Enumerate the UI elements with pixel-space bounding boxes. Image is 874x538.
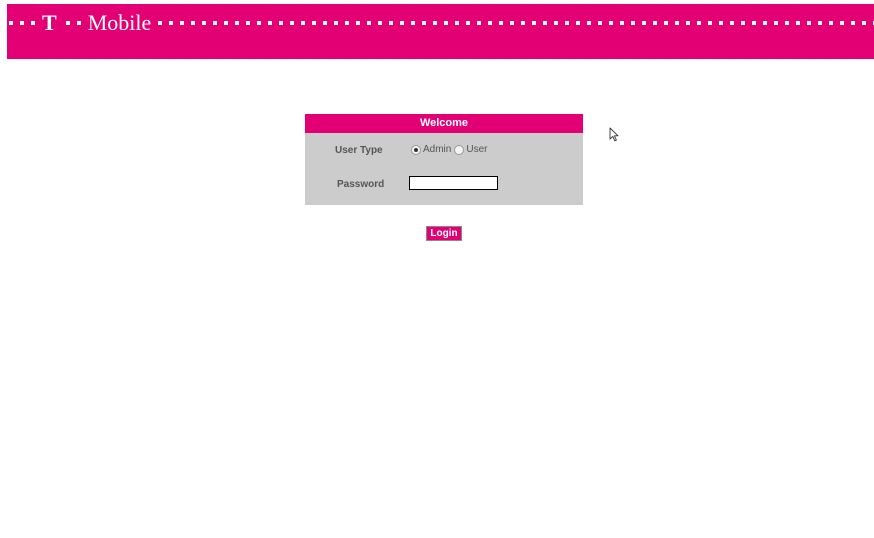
user-radio-label[interactable]: User (466, 144, 487, 155)
user-type-radio-group: Admin User (411, 144, 490, 155)
header-banner: T Mobile (7, 4, 874, 59)
user-radio[interactable] (454, 144, 465, 155)
user-type-label: User Type (335, 145, 383, 156)
admin-radio-label[interactable]: Admin (423, 144, 451, 155)
admin-radio[interactable] (411, 144, 421, 155)
password-input[interactable] (409, 176, 498, 190)
tmobile-logo: T Mobile (7, 4, 874, 42)
panel-title: Welcome (305, 114, 583, 133)
logo-dots-trailing (158, 21, 874, 25)
logo-letter: T (42, 10, 57, 35)
logo-word: Mobile (87, 10, 152, 35)
login-panel: Welcome User Type Admin User Password (305, 114, 583, 205)
logo-dots-leading (9, 21, 42, 25)
login-button[interactable]: Login (426, 226, 462, 241)
password-label: Password (337, 179, 385, 190)
logo-dots-middle (65, 21, 88, 25)
mouse-pointer-icon (609, 127, 619, 142)
